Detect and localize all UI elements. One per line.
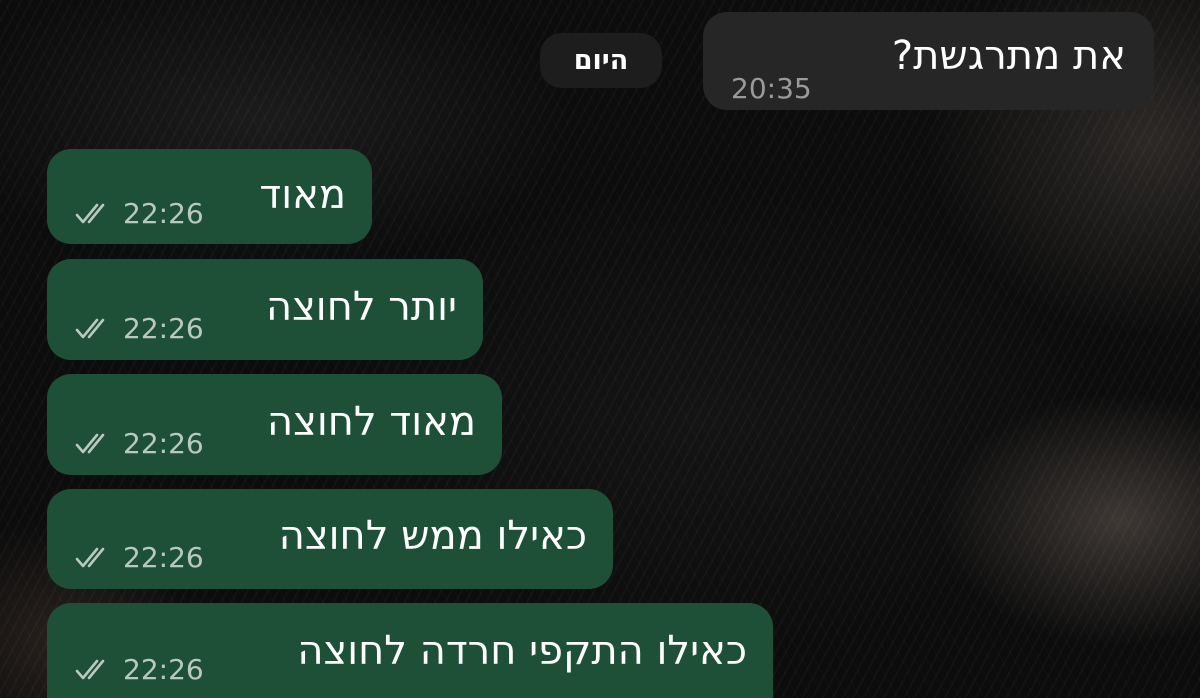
double-check-icon (75, 203, 105, 224)
message-meta: 20:35 (731, 75, 812, 103)
message-bubble-outgoing[interactable]: יותר לחוצה 22:26 (47, 259, 483, 360)
message-text: כאילו ממש לחוצה (278, 513, 587, 559)
message-meta: 22:26 (75, 200, 204, 228)
message-meta: 22:26 (75, 430, 204, 458)
message-time: 22:26 (123, 312, 204, 345)
message-text: כאילו התקפי חרדה לחוצה (297, 628, 747, 674)
message-meta: 22:26 (75, 315, 204, 343)
message-time: 22:26 (123, 653, 204, 686)
double-check-icon (75, 318, 105, 339)
message-meta: 22:26 (75, 656, 204, 684)
double-check-icon (75, 659, 105, 680)
message-bubble-outgoing[interactable]: מאוד לחוצה 22:26 (47, 374, 502, 475)
message-text: מאוד לחוצה (267, 399, 476, 445)
message-text: יותר לחוצה (265, 284, 457, 330)
message-time: 22:26 (123, 197, 204, 230)
date-separator: היום (540, 33, 662, 88)
message-text: את מתרגשת? (891, 33, 1126, 79)
double-check-icon (75, 433, 105, 454)
message-bubble-outgoing[interactable]: כאילו ממש לחוצה 22:26 (47, 489, 613, 589)
message-text: מאוד (259, 172, 346, 218)
message-bubble-outgoing[interactable]: מאוד 22:26 (47, 149, 372, 244)
message-bubble-outgoing[interactable]: כאילו התקפי חרדה לחוצה 22:26 (47, 603, 773, 698)
message-time: 20:35 (731, 72, 812, 105)
double-check-icon (75, 547, 105, 568)
message-meta: 22:26 (75, 544, 204, 572)
message-time: 22:26 (123, 541, 204, 574)
message-bubble-incoming[interactable]: את מתרגשת? 20:35 (703, 12, 1160, 110)
message-time: 22:26 (123, 427, 204, 460)
